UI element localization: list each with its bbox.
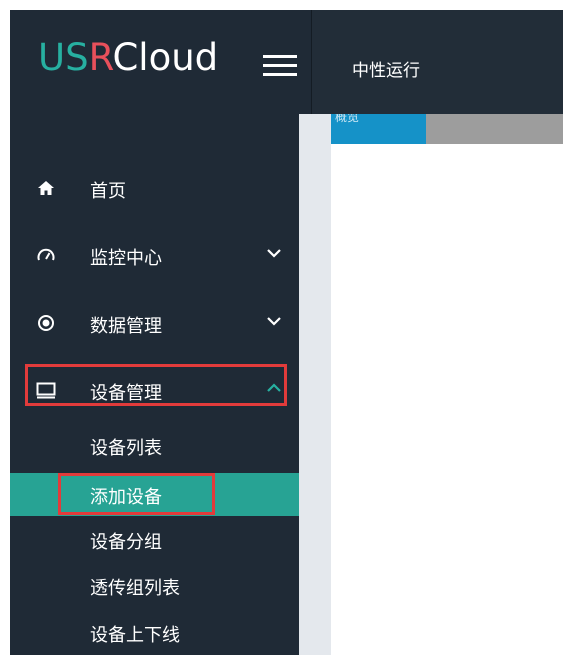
content-gutter: [299, 114, 331, 655]
sidebar-subitem-device-online-offline[interactable]: 设备上下线: [10, 613, 299, 653]
chevron-down-icon: [267, 249, 281, 258]
page-title[interactable]: 中性运行: [352, 56, 420, 81]
sidebar-subitem-passthrough-group-list[interactable]: 透传组列表: [10, 566, 299, 606]
sidebar-subitem-device-list[interactable]: 设备列表: [10, 426, 299, 466]
dashboard-icon: [37, 248, 55, 261]
logo-area: USRCloud: [10, 10, 312, 114]
hamburger-icon[interactable]: [263, 55, 297, 77]
sidebar-item-data-management[interactable]: 数据管理: [10, 303, 299, 343]
sidebar-item-label: 数据管理: [90, 316, 162, 337]
tab-overview[interactable]: 概览: [331, 114, 426, 144]
sidebar-subitem-label: 设备分组: [90, 532, 162, 553]
sidebar-item-monitor-center[interactable]: 监控中心: [10, 235, 299, 275]
app-frame: USRCloud 中性运行 首页 监控中心 数据管理 设备管理 设备列表 添加设…: [10, 10, 563, 655]
main-content: 概览: [331, 114, 563, 655]
highlight-box-device-management: [25, 364, 287, 406]
tab-label: 概览: [335, 114, 360, 124]
sidebar: 首页 监控中心 数据管理 设备管理 设备列表 添加设备 设备分组 透传组列表 设…: [10, 114, 299, 655]
sidebar-item-label: 监控中心: [90, 248, 162, 269]
chevron-down-icon: [267, 317, 281, 326]
sidebar-item-label: 首页: [90, 181, 126, 202]
sidebar-subitem-label: 设备上下线: [90, 625, 180, 646]
home-icon: [38, 181, 54, 195]
sidebar-subitem-device-group[interactable]: 设备分组: [10, 520, 299, 560]
highlight-box-add-device: [58, 473, 215, 515]
top-bar: 中性运行: [312, 10, 563, 114]
sidebar-subitem-label: 设备列表: [90, 438, 162, 459]
tab-strip: 概览: [331, 114, 563, 144]
radio-icon: [38, 315, 54, 331]
sidebar-item-home[interactable]: 首页: [10, 168, 299, 208]
sidebar-subitem-label: 透传组列表: [90, 578, 180, 599]
app-logo[interactable]: USRCloud: [38, 36, 218, 79]
